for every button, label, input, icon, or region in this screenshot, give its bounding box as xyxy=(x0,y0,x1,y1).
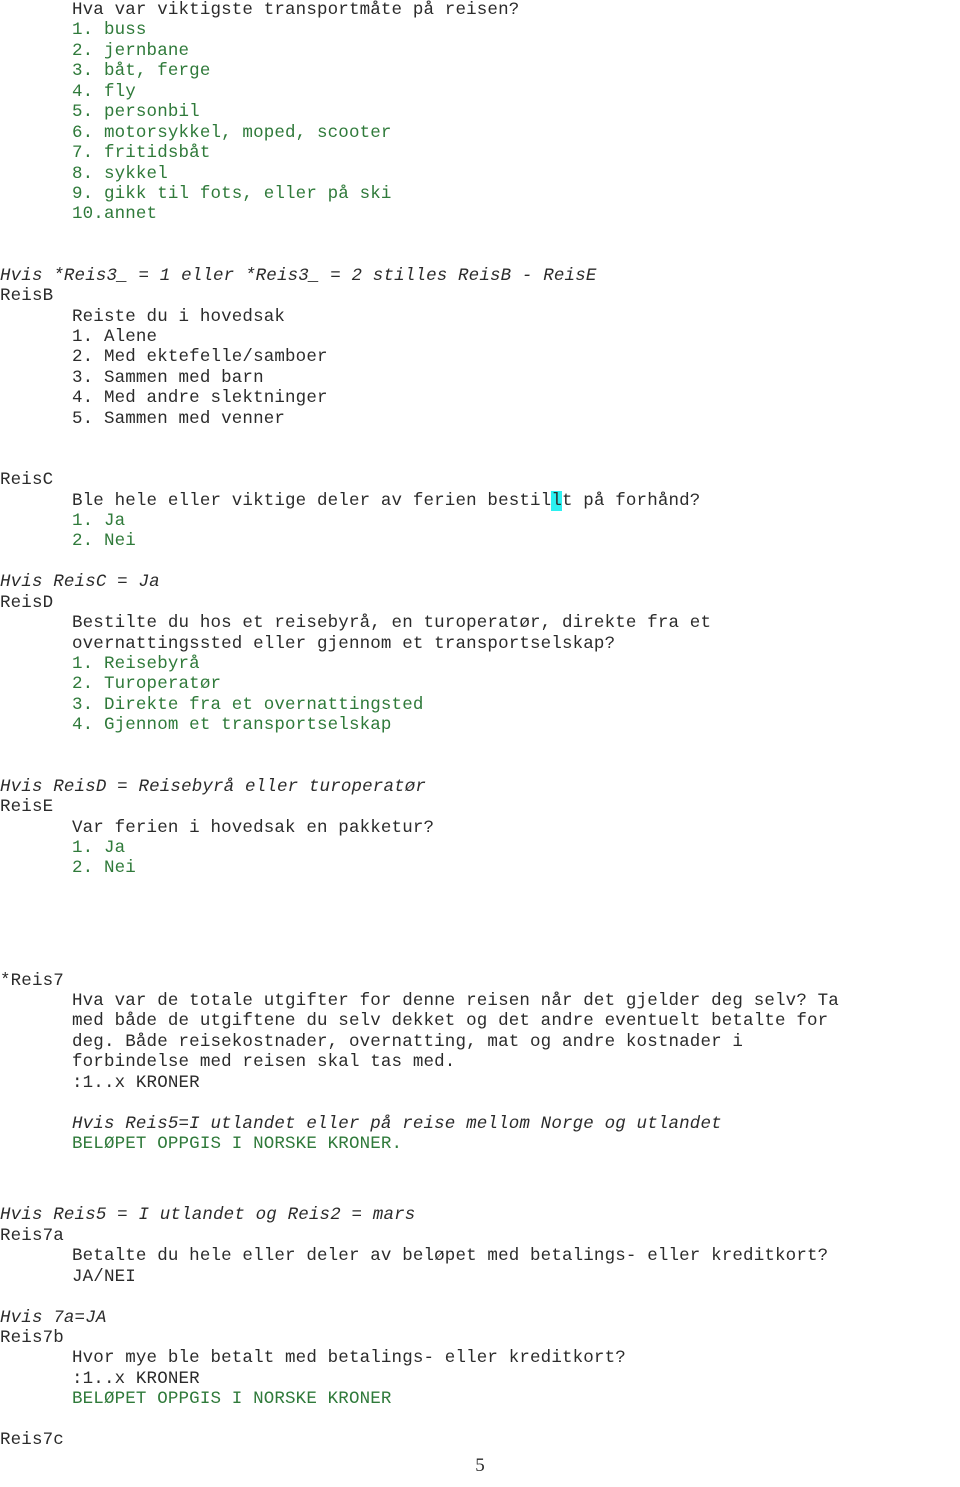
reis7-question-line-2: med både de utgiftene du selv dekket og … xyxy=(72,1011,829,1032)
reisA-option-7: 7. fritidsbåt xyxy=(72,143,211,164)
reisB-question: Reiste du i hovedsak xyxy=(72,306,286,327)
reisD-option-1: 1. Reisebyrå xyxy=(72,654,200,674)
reisC-label: ReisC xyxy=(0,470,54,491)
reis7a-answer-format: JA/NEI xyxy=(72,1266,136,1287)
reis7b-instruction: BELØPET OPPGIS I NORSKE KRONER xyxy=(72,1389,392,1410)
reisA-option-1: 1. buss xyxy=(72,20,147,41)
reisA-option-2: 2. jernbane xyxy=(72,40,190,61)
reisB-option-1: 1. Alene xyxy=(72,327,158,347)
reisD-question-line-1: Bestilte du hos et reisebyrå, en turoper… xyxy=(72,613,712,634)
reisE-question: Var ferien i hovedsak en pakketur? xyxy=(72,817,435,838)
reisC-question-pre: Ble hele eller viktige deler av ferien b… xyxy=(72,490,552,511)
reisC-option-2: 2. Nei xyxy=(72,531,136,552)
reisB-option-2: 2. Med ektefelle/samboer xyxy=(72,347,328,368)
page-number: 5 xyxy=(475,1455,485,1476)
reisB-option-5: 5. Sammen med venner xyxy=(72,408,286,429)
reis7a-question: Betalte du hele eller deler av beløpet m… xyxy=(72,1246,829,1267)
reis7-label: *Reis7 xyxy=(0,970,64,991)
reis7b-label: Reis7b xyxy=(0,1328,64,1348)
reisD-question-line-2: overnattingssted eller gjennom et transp… xyxy=(72,633,616,654)
reis7a-condition: Hvis Reis5 = I utlandet og Reis2 = mars xyxy=(0,1205,416,1226)
reis7c-label: Reis7c xyxy=(0,1430,64,1451)
document-page: Hva var viktigste transportmåte på reise… xyxy=(0,0,960,1487)
reisD-condition: Hvis ReisC = Ja xyxy=(0,572,160,593)
reisB-condition: Hvis *Reis3_ = 1 eller *Reis3_ = 2 still… xyxy=(0,265,597,286)
reisE-label: ReisE xyxy=(0,797,54,818)
reisA-option-5: 5. personbil xyxy=(72,102,200,123)
reisA-option-10: 10.annet xyxy=(72,204,158,225)
reisA-option-9: 9. gikk til fots, eller på ski xyxy=(72,183,392,204)
reisD-label: ReisD xyxy=(0,592,54,613)
reisA-option-3: 3. båt, ferge xyxy=(72,61,211,82)
reis7b-condition: Hvis 7a=JA xyxy=(0,1307,107,1328)
reisC-option-1: 1. Ja xyxy=(72,510,126,531)
reisD-option-2: 2. Turoperatør xyxy=(72,674,222,695)
reis7-answer-format: :1..x KRONER xyxy=(72,1072,200,1093)
reis7-question-line-3: deg. Både reisekostnader, overnatting, m… xyxy=(72,1031,744,1052)
reisC-question: Ble hele eller viktige deler av ferien b… xyxy=(0,490,960,511)
reisE-option-2: 2. Nei xyxy=(72,858,136,879)
reisD-option-4: 4. Gjennom et transportselskap xyxy=(72,715,392,736)
reis7b-question: Hvor mye ble betalt med betalings- eller… xyxy=(72,1348,626,1369)
reis7-question-line-1: Hva var de totale utgifter for denne rei… xyxy=(72,991,839,1011)
reis7b-answer-format: :1..x KRONER xyxy=(72,1368,200,1389)
reisE-condition: Hvis ReisD = Reisebyrå eller turoperatør xyxy=(0,776,427,797)
reis7-question-line-4: forbindelse med reisen skal tas med. xyxy=(72,1052,456,1073)
reisC-question-post: t på forhånd? xyxy=(561,490,701,511)
reisC-question-highlight: l xyxy=(551,490,562,511)
reisB-option-4: 4. Med andre slektninger xyxy=(72,388,328,409)
reis7-instruction: BELØPET OPPGIS I NORSKE KRONER. xyxy=(72,1134,403,1155)
reisA-option-4: 4. fly xyxy=(72,81,136,102)
reisA-option-6: 6. motorsykkel, moped, scooter xyxy=(72,122,392,143)
reisE-option-1: 1. Ja xyxy=(72,837,126,858)
reisA-question: Hva var viktigste transportmåte på reise… xyxy=(72,0,520,20)
reisA-option-8: 8. sykkel xyxy=(72,163,168,184)
reis7a-label: Reis7a xyxy=(0,1225,64,1246)
document-body: Hva var viktigste transportmåte på reise… xyxy=(0,0,960,1451)
reisB-option-3: 3. Sammen med barn xyxy=(72,367,264,388)
reis7-condition-note: Hvis Reis5=I utlandet eller på reise mel… xyxy=(72,1113,722,1134)
reisB-label: ReisB xyxy=(0,286,54,307)
reisD-option-3: 3. Direkte fra et overnattingsted xyxy=(72,694,424,715)
